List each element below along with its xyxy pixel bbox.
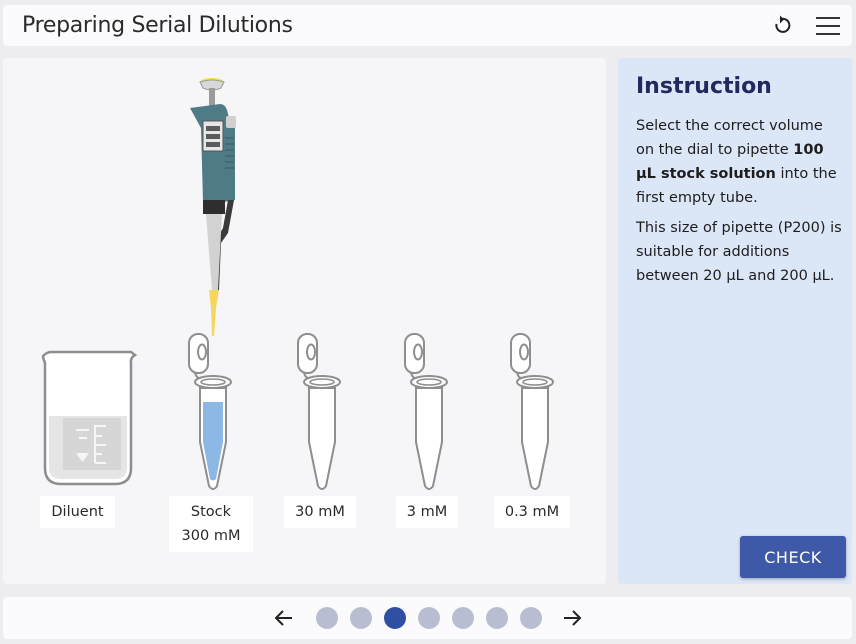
instruction-paragraph-2: This size of pipette (P200) is suitable … [636, 220, 842, 284]
reset-icon [775, 15, 791, 33]
stock-tube[interactable] [188, 333, 232, 490]
page-title: Preparing Serial Dilutions [22, 13, 293, 38]
container-label: 3 mM [406, 504, 448, 520]
header-bar: Preparing Serial Dilutions [3, 5, 852, 46]
step-navigation [3, 597, 852, 639]
container-label: 30 mM [295, 504, 345, 520]
tube-3mm-label: 3 mM [396, 496, 458, 528]
instruction-paragraph-1: Select the correct volume on the dial to… [636, 118, 837, 206]
step-dot-5[interactable] [452, 607, 474, 629]
arrow-left-icon [274, 610, 292, 626]
instruction-title: Instruction [636, 74, 772, 99]
lab-stage: Diluent Stock 300 mM 30 mM 3 mM 0.3 mM [3, 58, 606, 584]
menu-button[interactable] [813, 11, 843, 41]
diluent-label: Diluent [40, 496, 115, 528]
step-dot-6[interactable] [486, 607, 508, 629]
next-step-button[interactable] [560, 606, 584, 630]
instruction-body: Select the correct volume on the dial to… [636, 114, 842, 294]
tube-30mm[interactable] [297, 333, 341, 490]
tube-3mm[interactable] [404, 333, 448, 490]
step-dot-1[interactable] [316, 607, 338, 629]
hamburger-menu-icon [816, 17, 840, 35]
check-button[interactable]: CHECK [740, 536, 846, 578]
stock-label: Stock 300 mM [169, 496, 253, 552]
step-dot-2[interactable] [350, 607, 372, 629]
instruction-panel: Instruction Select the correct volume on… [618, 58, 852, 584]
container-label: Stock [190, 504, 232, 520]
container-label: 0.3 mM [504, 504, 560, 520]
tube-0-3mm[interactable] [510, 333, 554, 490]
diluent-beaker[interactable] [41, 350, 138, 486]
prev-step-button[interactable] [272, 606, 296, 630]
step-dot-3[interactable] [384, 607, 406, 629]
tube-30mm-label: 30 mM [284, 496, 356, 528]
tube-0-3mm-label: 0.3 mM [494, 496, 570, 528]
step-dot-7[interactable] [520, 607, 542, 629]
pipette-p200[interactable] [190, 78, 236, 336]
reset-button[interactable] [766, 11, 796, 41]
container-label: Diluent [51, 504, 104, 520]
container-concentration: 300 mM [181, 528, 241, 544]
arrow-right-icon [564, 610, 582, 626]
step-dot-4[interactable] [418, 607, 440, 629]
